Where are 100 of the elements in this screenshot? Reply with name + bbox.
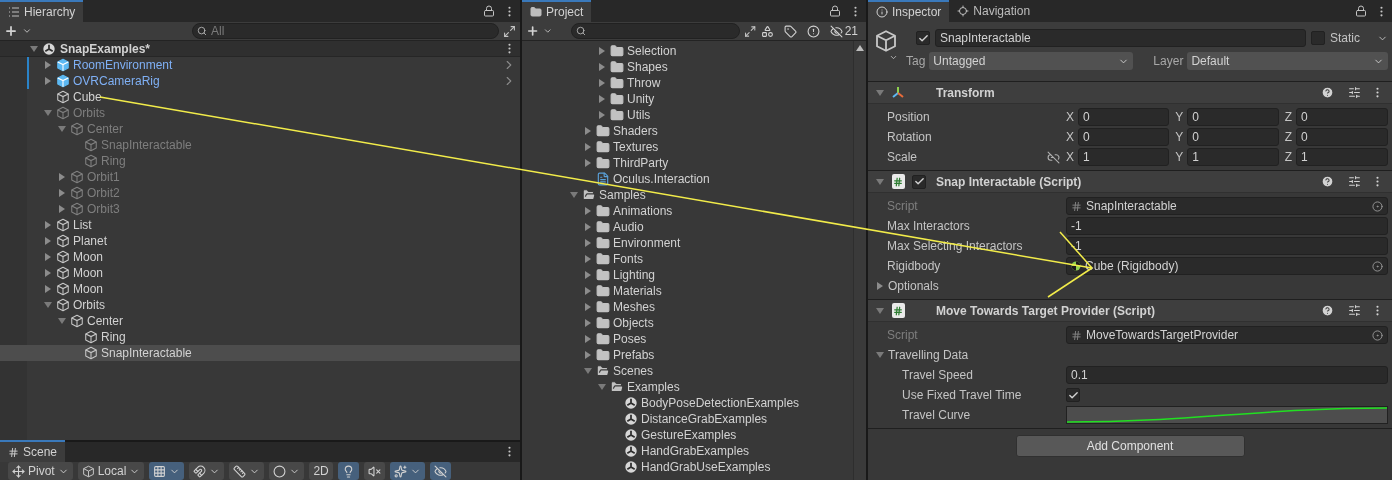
input-field[interactable]: 0.1 bbox=[1066, 366, 1388, 384]
project-row[interactable]: Meshes bbox=[522, 299, 853, 315]
input-field[interactable]: 1 bbox=[1078, 148, 1170, 166]
foldout-arrow-icon[interactable] bbox=[584, 239, 592, 247]
foldout-arrow-icon[interactable] bbox=[584, 143, 592, 151]
lock-icon[interactable] bbox=[483, 5, 495, 17]
project-row[interactable]: HandGrabUseExamples bbox=[522, 459, 853, 475]
unlinked-icon[interactable] bbox=[1047, 150, 1060, 164]
scrollbar[interactable] bbox=[853, 41, 866, 480]
scene-tool-button[interactable]: 2D bbox=[309, 462, 333, 480]
alert-icon[interactable] bbox=[806, 24, 820, 38]
input-field[interactable]: 0 bbox=[1187, 108, 1279, 126]
foldout-arrow-icon[interactable] bbox=[876, 306, 884, 315]
panel-tab[interactable]: Scene bbox=[0, 440, 66, 462]
project-row[interactable]: ThirdParty bbox=[522, 155, 853, 171]
lock-icon[interactable] bbox=[829, 5, 841, 17]
input-field[interactable]: 0 bbox=[1296, 108, 1388, 126]
foldout-arrow-icon[interactable] bbox=[598, 383, 606, 391]
hierarchy-row[interactable]: Cube bbox=[0, 89, 520, 105]
popout-icon[interactable] bbox=[744, 24, 757, 38]
layer-dropdown[interactable]: Default bbox=[1187, 52, 1388, 70]
hierarchy-row[interactable]: Ring bbox=[0, 329, 520, 345]
project-row[interactable]: BodyPoseDetectionExamples bbox=[522, 395, 853, 411]
scene-tool-button[interactable] bbox=[149, 462, 185, 480]
foldout-arrow-icon[interactable] bbox=[30, 44, 38, 53]
scene-tool-button[interactable] bbox=[363, 462, 385, 480]
presets-icon[interactable] bbox=[1348, 86, 1361, 99]
foldout-arrow-icon[interactable] bbox=[44, 221, 52, 229]
panel-tab[interactable]: Hierarchy bbox=[0, 0, 84, 22]
foldout-arrow-icon[interactable] bbox=[876, 351, 884, 359]
project-row[interactable]: Examples bbox=[522, 379, 853, 395]
scene-tool-button[interactable] bbox=[337, 462, 359, 480]
foldout-arrow-icon[interactable] bbox=[44, 61, 52, 69]
static-checkbox[interactable] bbox=[1311, 31, 1325, 45]
project-row[interactable]: Poses bbox=[522, 331, 853, 347]
input-field[interactable]: -1 bbox=[1066, 217, 1388, 235]
foldout-arrow-icon[interactable] bbox=[598, 63, 606, 71]
hierarchy-row[interactable]: Moon bbox=[0, 265, 520, 281]
foldout-arrow-icon[interactable] bbox=[598, 95, 606, 103]
project-row[interactable]: Selection bbox=[522, 43, 853, 59]
input-field[interactable]: 0 bbox=[1078, 108, 1170, 126]
project-row[interactable]: Prefabs bbox=[522, 347, 853, 363]
hierarchy-row[interactable]: Moon bbox=[0, 249, 520, 265]
popout-icon[interactable] bbox=[503, 24, 516, 38]
foldout-arrow-icon[interactable] bbox=[598, 47, 606, 55]
foldout-arrow-icon[interactable] bbox=[44, 269, 52, 277]
scene-tool-button[interactable] bbox=[229, 462, 265, 480]
add-icon[interactable] bbox=[526, 24, 540, 38]
input-field[interactable]: 1 bbox=[1187, 148, 1279, 166]
object-picker-icon[interactable] bbox=[1372, 260, 1383, 272]
foldout-arrow-icon[interactable] bbox=[570, 191, 578, 199]
foldout-arrow-icon[interactable] bbox=[584, 351, 592, 359]
hidden-packages-button[interactable]: 21 bbox=[829, 22, 858, 40]
foldout-arrow-icon[interactable] bbox=[876, 282, 884, 290]
add-icon[interactable] bbox=[4, 24, 18, 38]
input-field[interactable]: 1 bbox=[1296, 148, 1388, 166]
project-row[interactable]: DistanceGrabExamples bbox=[522, 411, 853, 427]
project-row[interactable]: Materials bbox=[522, 283, 853, 299]
caret-icon[interactable] bbox=[889, 53, 898, 62]
project-row[interactable]: Animations bbox=[522, 203, 853, 219]
foldout-arrow-icon[interactable] bbox=[598, 111, 606, 119]
foldout-arrow-icon[interactable] bbox=[584, 319, 592, 327]
scroll-up-arrow-icon[interactable] bbox=[856, 45, 864, 51]
component-header[interactable]: Snap Interactable (Script) bbox=[868, 171, 1392, 193]
enable-checkbox[interactable] bbox=[912, 174, 926, 189]
foldout-arrow-icon[interactable] bbox=[876, 177, 884, 186]
checkbox[interactable] bbox=[1066, 388, 1080, 402]
project-row[interactable]: Samples bbox=[522, 187, 853, 203]
project-row[interactable]: Textures bbox=[522, 139, 853, 155]
foldout-arrow-icon[interactable] bbox=[876, 88, 884, 97]
presets-icon[interactable] bbox=[1348, 304, 1361, 317]
project-row[interactable]: Shapes bbox=[522, 59, 853, 75]
scene-tool-button[interactable]: Pivot bbox=[8, 462, 73, 480]
hierarchy-row[interactable]: List bbox=[0, 217, 520, 233]
foldout-arrow-icon[interactable] bbox=[584, 271, 592, 279]
scene-tool-button[interactable] bbox=[429, 462, 451, 480]
project-row[interactable]: Objects bbox=[522, 315, 853, 331]
caret-icon[interactable] bbox=[22, 26, 32, 36]
hierarchy-row[interactable]: RoomEnvironment bbox=[0, 57, 520, 73]
scene-tool-button[interactable]: Local bbox=[77, 462, 145, 480]
project-row[interactable]: Scenes bbox=[522, 363, 853, 379]
project-row[interactable]: Environment bbox=[522, 235, 853, 251]
help-icon[interactable] bbox=[1321, 304, 1334, 317]
project-row[interactable]: Unity bbox=[522, 91, 853, 107]
foldout-arrow-icon[interactable] bbox=[584, 335, 592, 343]
input-field[interactable]: 0 bbox=[1296, 128, 1388, 146]
input-field[interactable]: 0 bbox=[1078, 128, 1170, 146]
foldout-arrow-icon[interactable] bbox=[44, 253, 52, 261]
foldout-arrow-icon[interactable] bbox=[584, 255, 592, 263]
help-icon[interactable] bbox=[1321, 86, 1334, 99]
presets-icon[interactable] bbox=[1348, 175, 1361, 188]
foldout-arrow-icon[interactable] bbox=[598, 79, 606, 87]
foldout-arrow-icon[interactable] bbox=[44, 77, 52, 85]
project-row[interactable]: Fonts bbox=[522, 251, 853, 267]
foldout-arrow-icon[interactable] bbox=[44, 285, 52, 293]
hierarchy-row[interactable]: Center bbox=[0, 313, 520, 329]
panel-tab[interactable]: Navigation bbox=[949, 0, 1039, 22]
search-field[interactable] bbox=[570, 23, 741, 39]
project-row[interactable]: Oculus.Interaction bbox=[522, 171, 853, 187]
component-header[interactable]: Transform bbox=[868, 82, 1392, 104]
